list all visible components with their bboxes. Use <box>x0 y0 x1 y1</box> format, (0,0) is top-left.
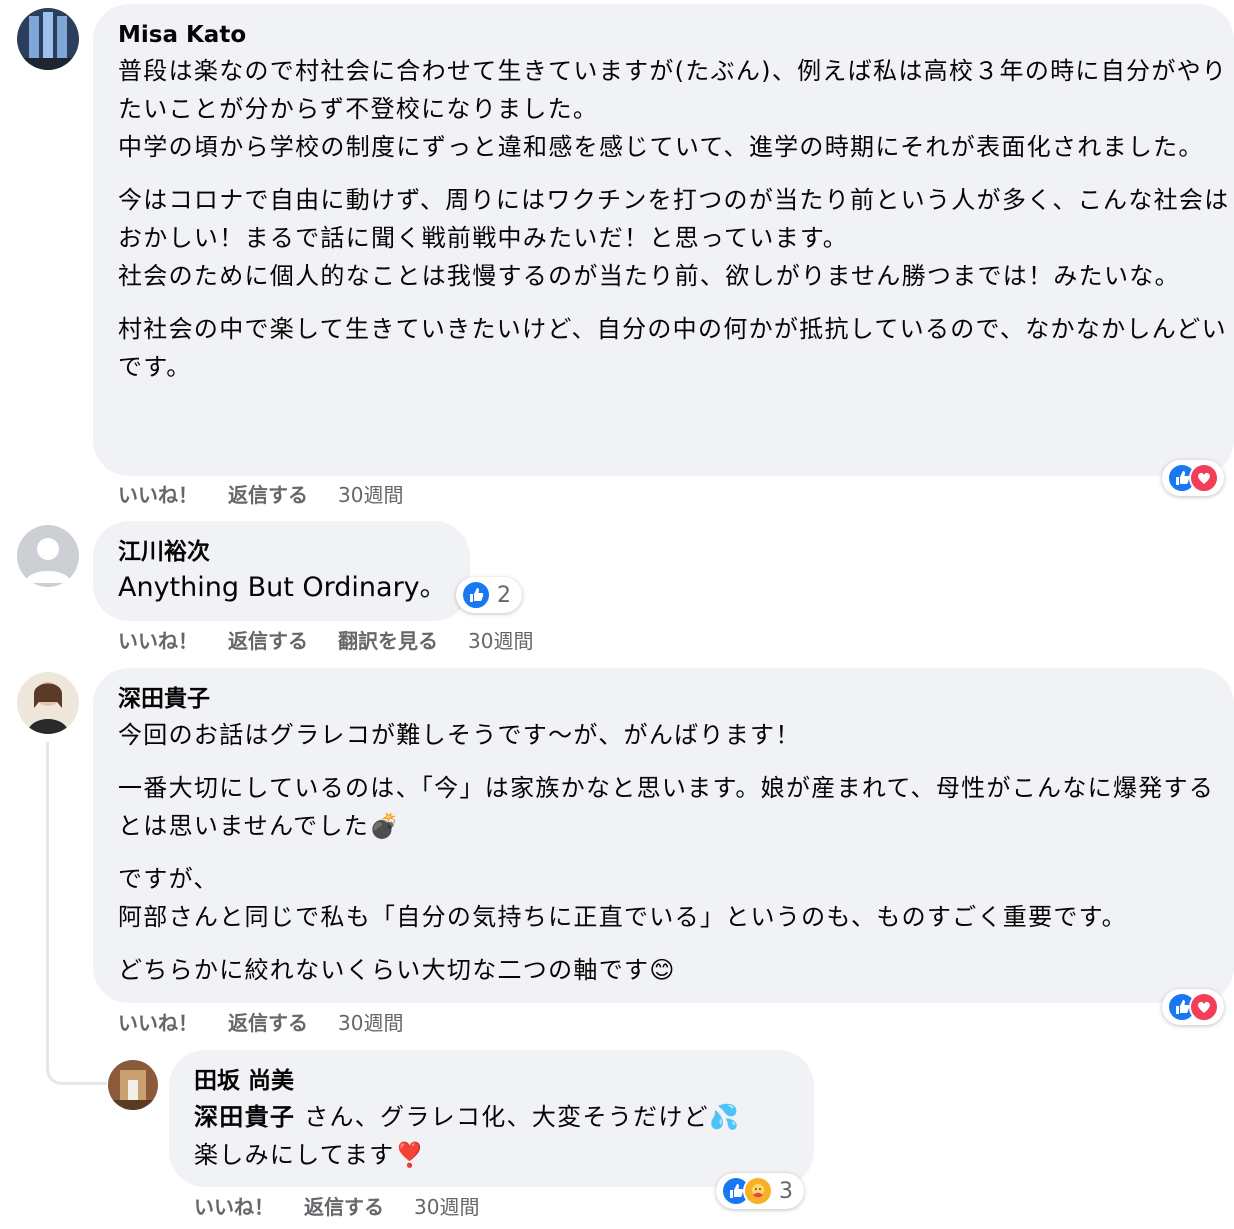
reaction-count: 3 <box>779 1178 793 1204</box>
timestamp[interactable]: 30週間 <box>338 1009 403 1037</box>
comment-actions: いいね！ 返信する 30週間 <box>118 481 433 509</box>
comment-line: 中学の頃から学校の制度にずっと違和感を感じていて、進学の時期にそれが表面化されま… <box>118 133 1204 161</box>
comment-line: 村社会の中で楽して生きていきたいけど、自分の中の何かが抵抗しているので、なかなか… <box>118 315 1227 381</box>
sweat-droplets-emoji-icon: 💦 <box>708 1103 741 1131</box>
comment-line: Anything But Ordinary。 <box>118 572 447 603</box>
comment-line: 社会のために個人的なことは我慢するのが当たり前、欲しがりません勝つまでは！みたい… <box>118 262 1180 290</box>
reply-button[interactable]: 返信する <box>228 481 308 509</box>
like-button[interactable]: いいね！ <box>194 1193 274 1221</box>
comment-line: 阿部さんと同じで私も「自分の気持ちに正直でいる」というのも、ものすごく重要です。 <box>118 903 1127 931</box>
comment-text: 普段は楽なので村社会に合わせて生きていますが(たぶん)、例えば私は高校３年の時に… <box>118 52 1230 386</box>
comment-line: 普段は楽なので村社会に合わせて生きていますが(たぶん)、例えば私は高校３年の時に… <box>118 57 1228 123</box>
smile-emoji-icon: 😊 <box>649 956 676 984</box>
care-icon <box>743 1176 773 1206</box>
like-button[interactable]: いいね！ <box>118 627 198 655</box>
reaction-summary[interactable]: 3 <box>716 1173 804 1209</box>
comment-line: ですが、 <box>118 865 219 893</box>
like-icon <box>461 580 491 610</box>
like-button[interactable]: いいね！ <box>118 1009 198 1037</box>
timestamp[interactable]: 30週間 <box>338 481 403 509</box>
reaction-summary[interactable] <box>1162 460 1224 496</box>
comment-actions: いいね！ 返信する 翻訳を見る 30週間 <box>118 627 563 655</box>
reply-button[interactable]: 返信する <box>228 627 308 655</box>
avatar-photo <box>108 1060 158 1110</box>
reaction-summary[interactable] <box>1162 989 1224 1025</box>
comment-line: 今回のお話はグラレコが難しそうです〜が、がんばります！ <box>118 721 801 749</box>
comment-author[interactable]: Misa Kato <box>118 20 246 50</box>
mention-link[interactable]: 深田貴子 <box>194 1103 295 1131</box>
comment-text: 今回のお話はグラレコが難しそうです〜が、がんばります！ 一番大切にしているのは、… <box>118 716 1230 989</box>
love-icon <box>1189 992 1219 1022</box>
heart-exclamation-emoji-icon: ❣️ <box>394 1141 426 1169</box>
avatar[interactable] <box>17 8 79 70</box>
comment-line: どちらかに絞れないくらい大切な二つの軸です <box>118 956 650 984</box>
avatar[interactable] <box>17 672 79 734</box>
comment-actions: いいね！ 返信する 30週間 <box>194 1193 509 1221</box>
comment-author[interactable]: 江川裕次 <box>118 537 210 567</box>
translate-button[interactable]: 翻訳を見る <box>338 627 438 655</box>
love-icon <box>1189 463 1219 493</box>
comment-line: 一番大切にしているのは、「今」は家族かなと思います。娘が産まれて、母性がこんなに… <box>118 774 1215 840</box>
default-avatar-icon <box>17 525 79 587</box>
avatar[interactable] <box>108 1060 158 1110</box>
reply-button[interactable]: 返信する <box>304 1193 384 1221</box>
comment-line: 楽しみにしてます <box>194 1141 395 1169</box>
bomb-emoji-icon: 💣 <box>369 812 401 840</box>
avatar-photo <box>17 8 79 70</box>
reply-button[interactable]: 返信する <box>228 1009 308 1037</box>
avatar[interactable] <box>17 525 79 587</box>
comment-actions: いいね！ 返信する 30週間 <box>118 1009 433 1037</box>
reaction-count: 2 <box>497 582 511 608</box>
comment-author[interactable]: 田坂 尚美 <box>194 1066 294 1096</box>
avatar-photo <box>17 672 79 734</box>
timestamp[interactable]: 30週間 <box>468 627 533 655</box>
timestamp[interactable]: 30週間 <box>414 1193 479 1221</box>
comment-line: 今はコロナで自由に動けず、周りにはワクチンを打つのが当たり前という人が多く、こん… <box>118 186 1230 252</box>
comment-author[interactable]: 深田貴子 <box>118 684 210 714</box>
comment-line: さん、グラレコ化、大変そうだけど <box>304 1103 709 1131</box>
comment-text: 深田貴子 さん、グラレコ化、大変そうだけど💦 楽しみにしてます❣️ <box>194 1098 804 1174</box>
like-button[interactable]: いいね！ <box>118 481 198 509</box>
comment-text: Anything But Ordinary。 <box>118 569 458 607</box>
reaction-summary[interactable]: 2 <box>456 577 522 613</box>
